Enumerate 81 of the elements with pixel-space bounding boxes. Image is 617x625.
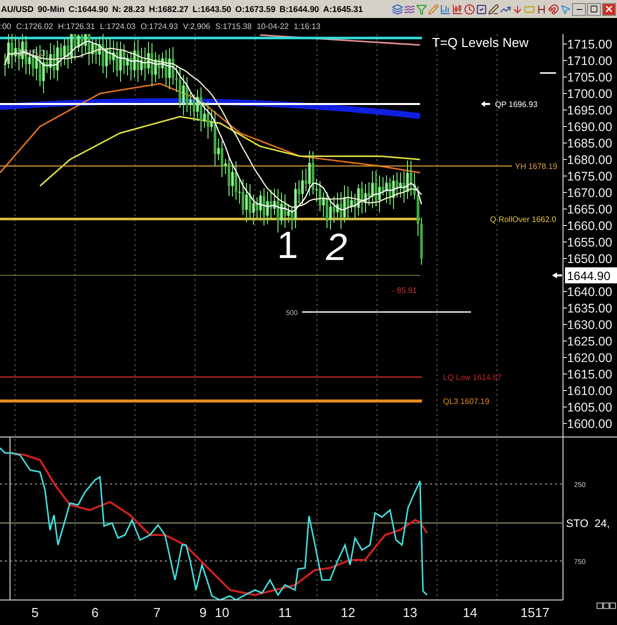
price-tick: 1635.00	[567, 302, 612, 316]
price-tick: 1675.00	[567, 170, 612, 184]
indicator-label: STO 24,	[566, 518, 610, 530]
price-tick: 1625.00	[567, 334, 612, 348]
close-icon	[604, 4, 614, 14]
change-label: - 85.91	[392, 286, 417, 295]
info-value: 1:16:13	[294, 22, 320, 30]
price-tick: 1705.00	[567, 70, 612, 84]
minimize-button[interactable]	[572, 2, 586, 16]
price-tick: 1680.00	[567, 153, 612, 167]
maximize-button[interactable]	[587, 2, 601, 16]
time-tick: 13	[402, 605, 418, 620]
time-tick: 1517	[520, 605, 550, 620]
info-value: 10-04-22	[256, 22, 289, 30]
info-value: S:1715.38	[215, 22, 252, 30]
time-tick: 12	[340, 605, 356, 620]
quote-value: A:1645.31	[323, 4, 363, 14]
quote-value: C:1644.90	[68, 4, 108, 14]
price-tick: 1600.00	[567, 417, 612, 431]
panel-squares-icon[interactable]	[596, 602, 616, 609]
arrow-icon	[552, 272, 562, 278]
pencil-icon[interactable]	[427, 2, 439, 16]
price-tick: 1615.00	[567, 368, 612, 382]
bar-chart-icon[interactable]	[439, 2, 451, 16]
interval-label: 90-Min	[38, 4, 65, 14]
clock-icon[interactable]	[463, 2, 475, 16]
heading-icon[interactable]	[535, 2, 547, 16]
time-tick: 6	[91, 605, 99, 620]
price-tick: 1650.00	[567, 252, 612, 266]
price-tick: 1665.00	[567, 202, 612, 216]
chart-title: T=Q Levels New	[432, 35, 528, 50]
time-tick: 10	[214, 605, 230, 620]
candlestick-icon[interactable]	[451, 2, 463, 16]
price-tick: 1660.00	[567, 219, 612, 233]
info-value: L:1724.03	[100, 22, 136, 30]
quote-value: O:1673.59	[235, 4, 276, 14]
time-tick: 11	[278, 605, 292, 620]
info-value: C:1726.02	[16, 22, 54, 30]
quote-value: L:1643.50	[192, 4, 232, 14]
info-value: O:1724.93	[140, 22, 178, 30]
price-tick: 1605.00	[567, 400, 612, 414]
handwritten-mark: 1	[277, 225, 298, 267]
price-tick: 1630.00	[567, 318, 612, 332]
level-label: Q RollOver 1662.0	[490, 215, 556, 224]
layers-icon[interactable]	[391, 2, 403, 16]
info-value: H:1726.31	[58, 22, 95, 30]
price-tick: 1685.00	[567, 136, 612, 150]
level-label: LQ Low 1614.67	[443, 373, 502, 382]
symbol-label: AU/USD	[1, 4, 34, 14]
price-tick: 1620.00	[567, 351, 612, 365]
time-tick: 14	[462, 605, 478, 620]
close-button[interactable]	[602, 2, 616, 16]
quote-value: B:1644.90	[279, 4, 320, 14]
price-tick: 1700.00	[567, 87, 612, 101]
price-tick: 1690.00	[567, 120, 612, 134]
info-value: V:2,906	[182, 22, 210, 30]
arrow-icon	[481, 101, 490, 107]
price-tick: 1695.00	[567, 104, 612, 118]
level-label: QL3 1607.19	[443, 397, 490, 406]
current-price: 1644.90	[565, 267, 617, 284]
maximize-icon	[590, 5, 598, 13]
level-label: QP 1696.93	[495, 100, 538, 109]
time-tick: 5	[31, 605, 39, 620]
price-tick: 1710.00	[567, 54, 612, 68]
pen-icon[interactable]	[487, 2, 499, 16]
time-tick: 9	[199, 605, 207, 620]
info-value: :00	[0, 22, 12, 30]
price-marker: 1715.3	[18, 48, 46, 58]
price-tick: 1655.00	[567, 236, 612, 250]
price-tick: 1640.00	[567, 285, 612, 299]
quote-value: N: 28.23	[112, 4, 145, 14]
quote-value: H:1682.27	[148, 4, 189, 14]
price-tick: 1610.00	[567, 384, 612, 398]
time-tick: 7	[153, 605, 161, 620]
price-tick: 1715.00	[567, 38, 612, 52]
funnel-icon[interactable]	[415, 2, 427, 16]
level-label: YH 1678.19	[515, 162, 558, 171]
handwritten-mark: 2	[326, 227, 348, 269]
magnet-icon[interactable]	[547, 2, 559, 16]
checkbox-icon[interactable]	[475, 2, 487, 16]
price-tick: 1670.00	[567, 186, 612, 200]
